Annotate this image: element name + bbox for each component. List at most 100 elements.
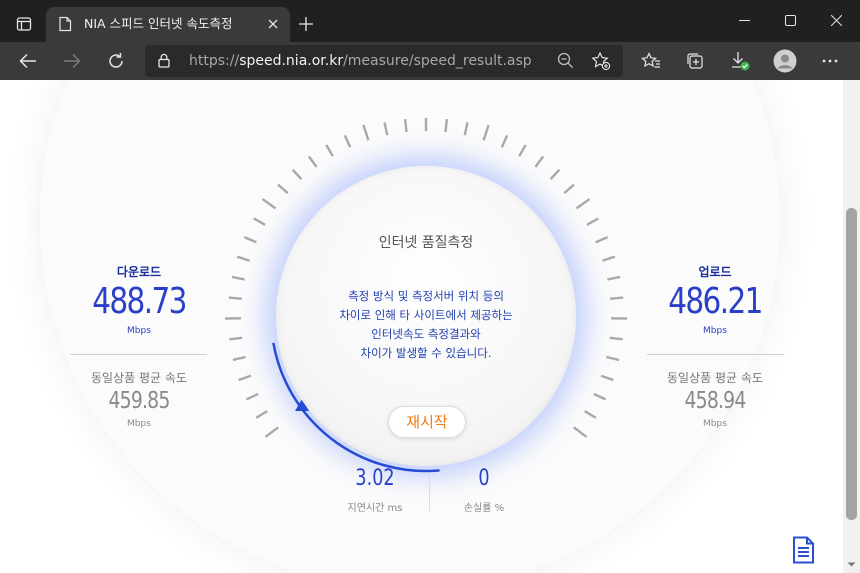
gauge-tick [549, 168, 561, 181]
vertical-scrollbar[interactable] [843, 80, 860, 573]
gauge-tick [444, 118, 449, 133]
browser-toolbar: https://speed.nia.or.kr/measure/speed_re… [0, 42, 860, 80]
gauge-tick [518, 144, 527, 157]
maximize-button[interactable] [767, 0, 813, 40]
more-dots-icon [822, 59, 838, 63]
refresh-icon [109, 53, 123, 68]
gauge-tick [343, 134, 352, 148]
gauge-tick [325, 144, 334, 157]
page-content: 인터넷 품질측정 측정 방식 및 측정서버 위치 등의 차이로 인해 타 사이트… [0, 80, 860, 573]
gauge-tick [610, 296, 624, 300]
notice-line-4: 차이가 발생할 수 있습니다. [360, 346, 492, 360]
profile-button[interactable] [769, 45, 801, 77]
gauge-tick [362, 124, 370, 141]
gauge-tick [575, 198, 591, 210]
maximize-icon [784, 14, 796, 26]
close-window-button[interactable] [813, 0, 859, 40]
tab-actions-icon [16, 17, 32, 31]
tab-close-icon[interactable] [264, 15, 282, 33]
minimize-button[interactable] [721, 0, 767, 40]
back-button[interactable] [12, 45, 44, 77]
latency-label: 지연시간 ms [347, 503, 403, 514]
page-title: 인터넷 품질측정 [378, 235, 474, 251]
add-favorite-icon[interactable] [591, 51, 611, 75]
gauge-tick [261, 198, 277, 210]
gauge-tick [482, 124, 490, 141]
forward-button[interactable] [56, 45, 88, 77]
gauge-tick [243, 236, 257, 244]
gauge-tick [231, 275, 245, 281]
new-tab-button[interactable] [292, 10, 320, 38]
gauge-tick [238, 374, 252, 382]
gauge-tick [383, 122, 389, 136]
downloads-button[interactable] [724, 45, 756, 77]
gauge-tick [609, 336, 623, 341]
collections-icon [687, 53, 703, 69]
gauge-tick [463, 122, 469, 136]
tab-actions-button[interactable] [8, 9, 40, 39]
gauge-tick [607, 275, 621, 281]
minimize-icon [738, 19, 750, 21]
lock-icon[interactable] [158, 53, 170, 72]
gauge-tick [500, 134, 509, 148]
favorites-button[interactable] [635, 45, 667, 77]
scrollbar-thumb[interactable] [846, 208, 857, 520]
favorites-icon [641, 52, 660, 68]
gauge-tick [534, 155, 545, 168]
upload-value: 486.21 [668, 281, 763, 322]
gauge-tick [264, 426, 279, 438]
download-label: 다운로드 [116, 265, 162, 279]
address-bar[interactable]: https://speed.nia.or.kr/measure/speed_re… [145, 45, 623, 77]
download-divider [70, 354, 207, 355]
browser-tab-active[interactable]: NIA 스피드 인터넷 속도측정 [46, 7, 290, 42]
settings-menu-button[interactable] [814, 45, 846, 77]
gauge-tick [228, 296, 242, 300]
avatar-icon [773, 49, 797, 73]
gauge-tick [307, 155, 318, 168]
arrow-right-icon [64, 53, 81, 69]
upload-avg-value: 458.94 [684, 388, 746, 414]
notice-line-3: 인터넷속도 측정결과와 [371, 327, 481, 341]
gauge-tick [232, 355, 246, 362]
gauge-tick [584, 410, 597, 419]
document-icon[interactable] [791, 536, 817, 568]
gauge-tick [255, 410, 268, 419]
download-icon [732, 52, 750, 71]
gauge-tick [606, 355, 620, 362]
zoom-out-icon[interactable] [557, 52, 574, 73]
upload-avg-label: 동일상품 평균 속도 [667, 371, 763, 385]
loss-label: 손실률 % [463, 503, 505, 514]
notice-line-1: 측정 방식 및 측정서버 위치 등의 [348, 289, 504, 303]
download-avg-value: 459.85 [108, 388, 170, 414]
refresh-button[interactable] [100, 45, 132, 77]
upload-label: 업로드 [698, 265, 732, 279]
gauge-tick [593, 392, 607, 401]
gauge-tick [236, 255, 250, 262]
tab-title: NIA 스피드 인터넷 속도측정 [84, 16, 233, 31]
close-icon [830, 14, 842, 26]
notice-line-2: 차이로 인해 타 사이트에서 제공하는 [339, 308, 513, 322]
download-avg-unit: Mbps [127, 419, 151, 429]
gauge-tick [573, 426, 588, 438]
download-value: 488.73 [92, 281, 187, 322]
gauge-tick [600, 374, 614, 382]
arrow-left-icon [19, 53, 36, 69]
collections-button[interactable] [679, 45, 711, 77]
upload-divider [647, 354, 784, 355]
gauge-tick [403, 118, 408, 133]
gauge-tick [277, 183, 289, 195]
browser-titlebar: NIA 스피드 인터넷 속도측정 [0, 0, 860, 42]
restart-button[interactable]: 재시작 [388, 406, 466, 438]
loss-value: 0 [478, 466, 490, 491]
upload-avg-unit: Mbps [703, 419, 727, 429]
download-avg-label: 동일상품 평균 속도 [91, 371, 187, 385]
scroll-down-arrow-icon[interactable] [846, 560, 857, 569]
gauge-tick [253, 217, 266, 226]
gauge-tick [602, 255, 616, 262]
gauge-tick [595, 236, 609, 244]
page-favicon-icon [58, 16, 72, 36]
gauge-tick [245, 392, 259, 401]
stats-divider [429, 473, 430, 511]
upload-unit: Mbps [703, 326, 727, 336]
latency-value: 3.02 [355, 466, 395, 491]
